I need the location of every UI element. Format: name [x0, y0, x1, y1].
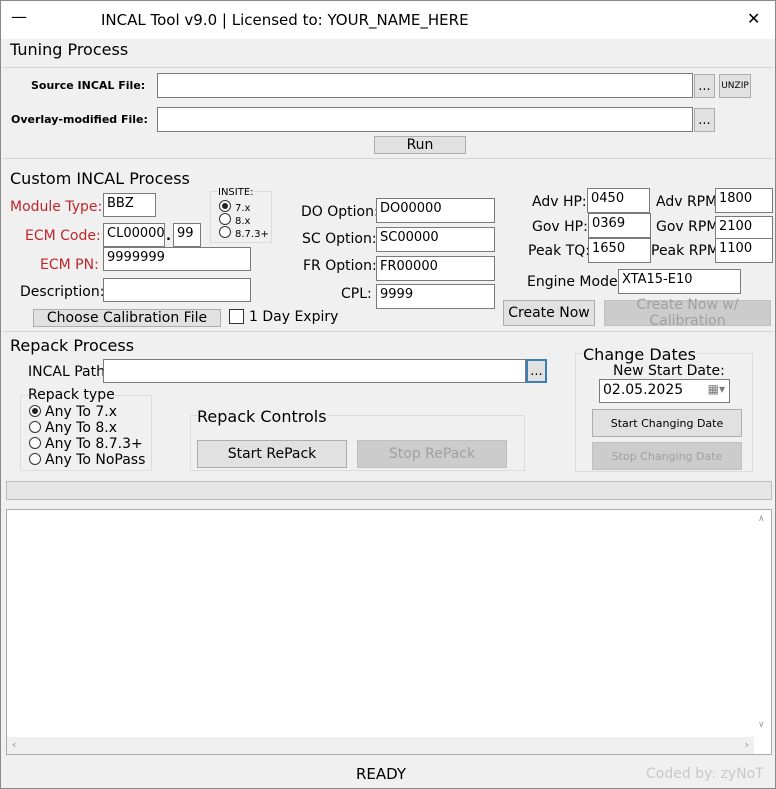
- new-start-date-label: New Start Date:: [613, 363, 725, 379]
- repack-radio-nopass[interactable]: Any To NoPass: [29, 452, 145, 468]
- gov-hp-label: Gov HP:: [532, 219, 588, 235]
- sc-option-label: SC Option:: [302, 231, 377, 247]
- progress-bar: [6, 481, 772, 500]
- ecm-code-label: ECM Code:: [25, 228, 101, 244]
- start-repack-button[interactable]: Start RePack: [197, 440, 347, 468]
- window-title: INCAL Tool v9.0 | Licensed to: YOUR_NAME…: [101, 11, 469, 29]
- repack-type-group: Repack type Any To 7.x Any To 8.x Any To…: [20, 387, 152, 471]
- calendar-dropdown-icon[interactable]: ▦▾: [708, 382, 725, 396]
- cpl-label: CPL:: [341, 286, 372, 302]
- stop-changing-date-button: Stop Changing Date: [592, 442, 742, 470]
- description-label: Description:: [20, 284, 105, 300]
- one-day-expiry-checkbox[interactable]: 1 Day Expiry: [229, 309, 338, 325]
- repack-radio-7x[interactable]: Any To 7.x: [29, 404, 117, 420]
- choose-calibration-button[interactable]: Choose Calibration File: [33, 309, 221, 327]
- insite-radio-7x[interactable]: 7.x: [219, 200, 250, 214]
- ecm-pn-label: ECM PN:: [40, 257, 99, 273]
- adv-hp-input[interactable]: 0450: [587, 188, 650, 213]
- insite-group: INSITE: 7.x 8.x 8.7.3+: [210, 187, 272, 243]
- module-type-label: Module Type:: [10, 199, 103, 215]
- repack-radio-8x[interactable]: Any To 8.x: [29, 420, 117, 436]
- repack-controls-label: Repack Controls: [197, 407, 327, 426]
- peak-tq-input[interactable]: 1650: [588, 238, 651, 263]
- close-button[interactable]: ✕: [747, 9, 760, 28]
- engine-model-input[interactable]: XTA15-E10: [618, 269, 741, 294]
- change-dates-title: Change Dates: [583, 345, 696, 364]
- module-type-input[interactable]: BBZ: [103, 193, 156, 217]
- sc-option-input[interactable]: SC00000: [376, 227, 495, 252]
- start-changing-date-button[interactable]: Start Changing Date: [592, 409, 742, 437]
- app-window: — INCAL Tool v9.0 | Licensed to: YOUR_NA…: [0, 0, 776, 789]
- scroll-right-icon[interactable]: ›: [745, 738, 749, 751]
- gov-rpm-label: Gov RPM:: [656, 219, 724, 235]
- description-input[interactable]: [103, 278, 251, 302]
- repack-section-title: Repack Process: [10, 336, 135, 355]
- vertical-scrollbar[interactable]: ∧ ∨: [754, 510, 771, 737]
- date-value: 02.05.2025: [603, 382, 684, 398]
- adv-hp-label: Adv HP:: [532, 194, 587, 210]
- credit-text: Coded by: zyNoT: [646, 766, 764, 782]
- create-now-button[interactable]: Create Now: [503, 300, 595, 326]
- gov-rpm-input[interactable]: 2100: [715, 216, 773, 239]
- do-option-label: DO Option:: [301, 204, 379, 220]
- insite-radio-873[interactable]: 8.7.3+: [219, 226, 269, 240]
- source-browse-button[interactable]: ...: [694, 74, 715, 98]
- overlay-file-input[interactable]: [157, 107, 693, 132]
- incal-path-browse-button[interactable]: ...: [526, 359, 547, 383]
- source-file-input[interactable]: [157, 73, 693, 98]
- ecm-code-input[interactable]: CL00000: [103, 223, 165, 247]
- adv-rpm-label: Adv RPM:: [656, 194, 722, 210]
- title-bar: — INCAL Tool v9.0 | Licensed to: YOUR_NA…: [1, 1, 775, 39]
- peak-rpm-input[interactable]: 1100: [715, 238, 773, 263]
- log-textarea[interactable]: ∧ ∨ ‹ ›: [6, 509, 772, 755]
- source-label: Source INCAL File:: [31, 79, 146, 92]
- insite-label: INSITE:: [218, 187, 254, 198]
- incal-path-label: INCAL Path:: [28, 364, 110, 380]
- overlay-browse-button[interactable]: ...: [694, 108, 715, 132]
- overlay-label: Overlay-modified File:: [11, 113, 148, 126]
- do-option-input[interactable]: DO00000: [376, 198, 495, 223]
- stop-repack-button: Stop RePack: [357, 440, 507, 468]
- repack-type-label: Repack type: [28, 387, 115, 403]
- create-now-with-calibration-button: Create Now w/ Calibration: [604, 297, 771, 329]
- minimize-button[interactable]: —: [11, 7, 27, 26]
- unzip-button[interactable]: UNZIP: [719, 74, 751, 98]
- ecm-code-separator: .: [166, 229, 171, 244]
- status-text: READY: [356, 765, 407, 783]
- start-date-picker[interactable]: 02.05.2025 ▦▾: [599, 379, 730, 403]
- adv-rpm-input[interactable]: 1800: [715, 188, 773, 213]
- fr-option-label: FR Option:: [303, 258, 377, 274]
- engine-model-label: Engine Model:: [527, 274, 627, 290]
- peak-rpm-label: Peak RPM:: [651, 243, 724, 259]
- peak-tq-label: Peak TQ:: [528, 243, 590, 259]
- horizontal-scrollbar[interactable]: ‹ ›: [7, 737, 754, 754]
- repack-radio-873[interactable]: Any To 8.7.3+: [29, 436, 143, 452]
- scroll-down-icon[interactable]: ∨: [758, 720, 765, 730]
- custom-section-title: Custom INCAL Process: [10, 169, 190, 188]
- run-button[interactable]: Run: [374, 136, 466, 154]
- cpl-input[interactable]: 9999: [376, 284, 495, 309]
- scroll-up-icon[interactable]: ∧: [758, 514, 765, 524]
- insite-radio-8x[interactable]: 8.x: [219, 213, 250, 227]
- scroll-left-icon[interactable]: ‹: [12, 738, 16, 751]
- ecm-pn-input[interactable]: 9999999: [103, 247, 251, 271]
- fr-option-input[interactable]: FR00000: [376, 256, 495, 281]
- incal-path-input[interactable]: [103, 359, 526, 383]
- gov-hp-input[interactable]: 0369: [588, 213, 651, 238]
- ecm-code-suffix-input[interactable]: 99: [173, 223, 201, 247]
- tuning-section-title: Tuning Process: [10, 40, 129, 59]
